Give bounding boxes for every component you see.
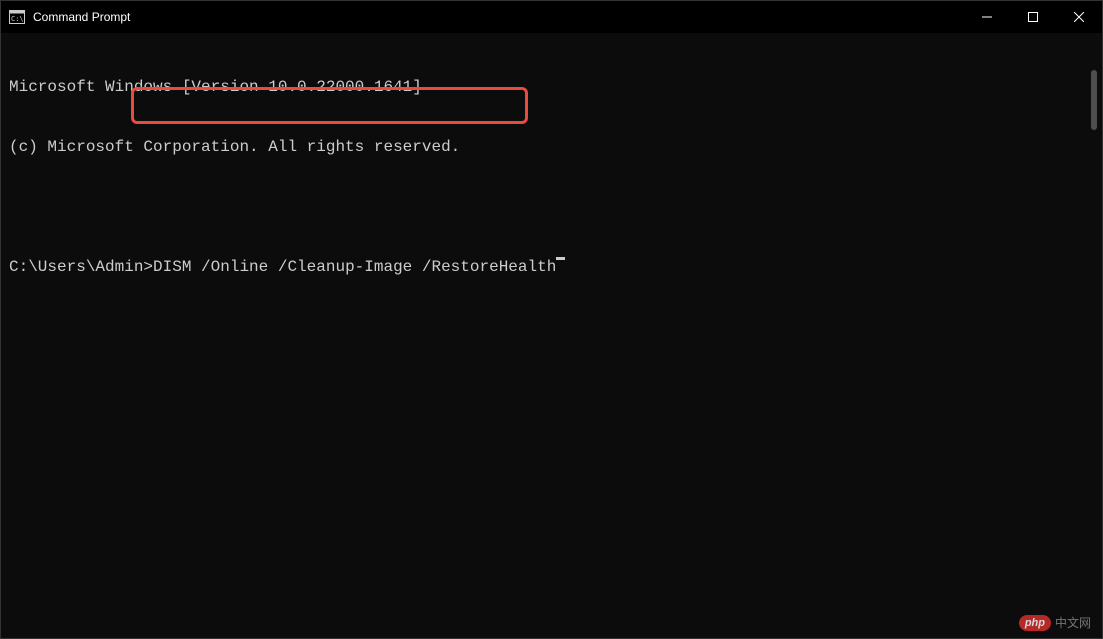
- scrollbar-thumb[interactable]: [1091, 70, 1097, 130]
- window-title: Command Prompt: [33, 10, 130, 24]
- watermark-text: 中文网: [1055, 614, 1091, 631]
- minimize-button[interactable]: [964, 1, 1010, 33]
- terminal-output-line: Microsoft Windows [Version 10.0.22000.16…: [9, 77, 1094, 97]
- terminal-cursor: [556, 257, 565, 260]
- watermark: php 中文网: [1019, 614, 1091, 631]
- svg-text:C:\: C:\: [11, 15, 24, 23]
- terminal-command: DISM /Online /Cleanup-Image /RestoreHeal…: [153, 257, 556, 277]
- command-prompt-icon: C:\: [9, 9, 25, 25]
- titlebar[interactable]: C:\ Command Prompt: [1, 1, 1102, 33]
- window-controls: [964, 1, 1102, 33]
- maximize-button[interactable]: [1010, 1, 1056, 33]
- terminal-output-line: (c) Microsoft Corporation. All rights re…: [9, 137, 1094, 157]
- terminal-prompt-line: C:\Users\Admin>DISM /Online /Cleanup-Ima…: [9, 257, 1094, 277]
- scrollbar-track[interactable]: [1087, 66, 1101, 637]
- terminal-area[interactable]: Microsoft Windows [Version 10.0.22000.16…: [1, 33, 1102, 638]
- titlebar-left: C:\ Command Prompt: [9, 9, 130, 25]
- terminal-prompt: C:\Users\Admin>: [9, 257, 153, 277]
- command-prompt-window: C:\ Command Prompt Microsoft Windows [Ve…: [0, 0, 1103, 639]
- watermark-badge: php: [1019, 615, 1051, 631]
- close-button[interactable]: [1056, 1, 1102, 33]
- terminal-content: Microsoft Windows [Version 10.0.22000.16…: [1, 33, 1102, 321]
- terminal-blank-line: [9, 197, 1094, 217]
